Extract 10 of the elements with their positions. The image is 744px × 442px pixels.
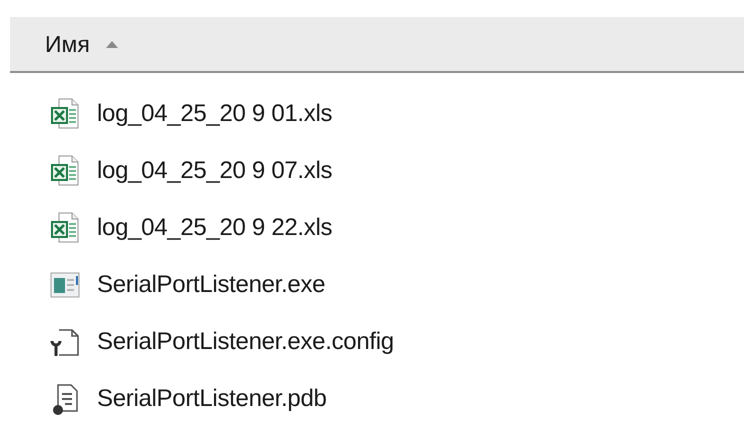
file-name[interactable]: SerialPortListener.exe bbox=[97, 266, 326, 302]
file-name[interactable]: log_04_25_20 9 07.xls bbox=[97, 152, 332, 188]
spreadsheet-icon bbox=[49, 212, 81, 244]
file-name[interactable]: log_04_25_20 9 01.xls bbox=[97, 96, 332, 132]
column-header[interactable]: Имя bbox=[45, 26, 90, 62]
file-name[interactable]: SerialPortListener.exe.config bbox=[97, 324, 394, 360]
spreadsheet-icon bbox=[49, 98, 81, 130]
spreadsheet-icon bbox=[49, 154, 81, 186]
file-name[interactable]: log_04_25_20 9 22.xls bbox=[97, 210, 332, 246]
file-name[interactable]: SerialPortListener.pdb bbox=[97, 380, 327, 416]
